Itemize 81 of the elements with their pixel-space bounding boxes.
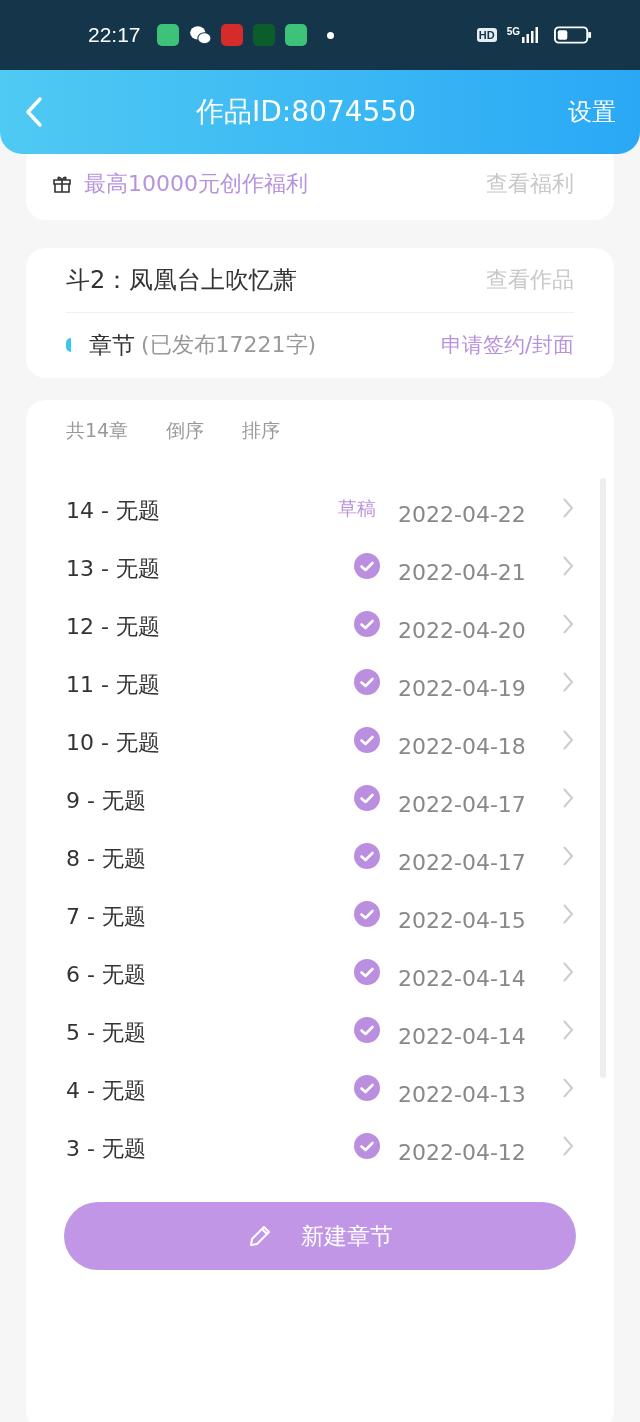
chapter-date: 2022-04-15 — [398, 907, 527, 933]
chapter-title: 7 - 无题 — [66, 903, 146, 931]
chat-icon — [188, 25, 211, 45]
chapter-title: 14 - 无题 — [66, 497, 160, 525]
chapter-date: 2022-04-17 — [398, 791, 527, 817]
chapter-date: 2022-04-21 — [398, 559, 527, 585]
chapter-title: 12 - 无题 — [66, 613, 160, 641]
promo-text: 最高10000元创作福利 — [84, 170, 308, 198]
chapter-date: 2022-04-22 — [398, 501, 527, 527]
section-marker — [66, 338, 71, 352]
chapter-title: 8 - 无题 — [66, 845, 146, 873]
app-icon — [220, 24, 243, 46]
chapter-date: 2022-04-14 — [398, 1023, 527, 1049]
chapter-row[interactable]: 3 - 无题 2022-04-12 — [66, 1120, 574, 1178]
chapter-row[interactable]: 10 - 无题 2022-04-18 — [66, 714, 574, 772]
chevron-icon — [562, 613, 574, 635]
network-label: 5G — [506, 26, 520, 37]
work-title: 斗2：凤凰台上吹忆萧 — [66, 265, 298, 296]
chevron-icon — [562, 1077, 574, 1099]
check-icon — [354, 727, 380, 753]
chapter-date: 2022-04-18 — [398, 733, 527, 759]
chapter-row[interactable]: 14 - 无题 草稿 2022-04-22 — [66, 482, 574, 540]
chapter-date: 2022-04-14 — [398, 965, 527, 991]
word-count: (已发布17221字) — [141, 331, 317, 359]
check-icon — [354, 1133, 380, 1159]
chapter-date: 2022-04-12 — [398, 1139, 527, 1165]
chapter-title: 3 - 无题 — [66, 1135, 146, 1163]
chapter-row[interactable]: 6 - 无题 2022-04-14 — [66, 946, 574, 1004]
draft-label: 草稿 — [338, 496, 376, 521]
status-time: 22:17 — [88, 23, 141, 47]
check-icon — [354, 553, 380, 579]
chapter-date: 2022-04-20 — [398, 617, 527, 643]
signal-icon — [522, 27, 538, 43]
pencil-icon — [247, 1223, 273, 1249]
check-icon — [354, 611, 380, 637]
app-icon — [252, 24, 275, 46]
check-icon — [354, 1075, 380, 1101]
check-icon — [354, 669, 380, 695]
chapter-title: 13 - 无题 — [66, 555, 160, 583]
chapter-title: 11 - 无题 — [66, 671, 160, 699]
app-icon — [284, 24, 307, 46]
chapter-date: 2022-04-19 — [398, 675, 527, 701]
check-icon — [354, 901, 380, 927]
check-icon — [354, 1017, 380, 1043]
chevron-icon — [562, 1019, 574, 1041]
chapter-row[interactable]: 4 - 无题 2022-04-13 — [66, 1062, 574, 1120]
chevron-icon — [562, 497, 574, 519]
chapter-title: 10 - 无题 — [66, 729, 160, 757]
chevron-icon — [562, 787, 574, 809]
notification-dot — [326, 31, 334, 39]
chapter-row[interactable]: 13 - 无题 2022-04-21 — [66, 540, 574, 598]
chapter-count: 共14章 — [66, 418, 129, 443]
chevron-icon — [562, 903, 574, 925]
section-label: 章节 — [89, 330, 135, 360]
chevron-icon — [562, 961, 574, 983]
chapter-title: 9 - 无题 — [66, 787, 146, 815]
chapter-row[interactable]: 9 - 无题 2022-04-17 — [66, 772, 574, 830]
chevron-icon — [562, 671, 574, 693]
chapter-title: 6 - 无题 — [66, 961, 146, 989]
gift-icon — [52, 174, 72, 194]
hd-badge: HD — [476, 28, 497, 42]
chapter-row[interactable]: 12 - 无题 2022-04-20 — [66, 598, 574, 656]
chapter-title: 4 - 无题 — [66, 1077, 146, 1105]
chapter-row[interactable]: 5 - 无题 2022-04-14 — [66, 1004, 574, 1062]
app-icon — [156, 24, 179, 46]
chapter-date: 2022-04-13 — [398, 1081, 527, 1107]
battery-icon — [554, 26, 592, 44]
chapter-row[interactable]: 8 - 无题 2022-04-17 — [66, 830, 574, 888]
back-icon[interactable] — [24, 96, 44, 128]
check-icon — [354, 843, 380, 869]
page-title: 作品ID:8074550 — [195, 94, 417, 130]
chevron-icon — [562, 729, 574, 751]
chapter-row[interactable]: 11 - 无题 2022-04-19 — [66, 656, 574, 714]
chapter-date: 2022-04-17 — [398, 849, 527, 875]
chapter-row[interactable]: 7 - 无题 2022-04-15 — [66, 888, 574, 946]
chevron-icon — [562, 845, 574, 867]
chapter-title: 5 - 无题 — [66, 1019, 146, 1047]
check-icon — [354, 959, 380, 985]
chevron-icon — [562, 555, 574, 577]
check-icon — [354, 785, 380, 811]
chevron-icon — [562, 1135, 574, 1157]
